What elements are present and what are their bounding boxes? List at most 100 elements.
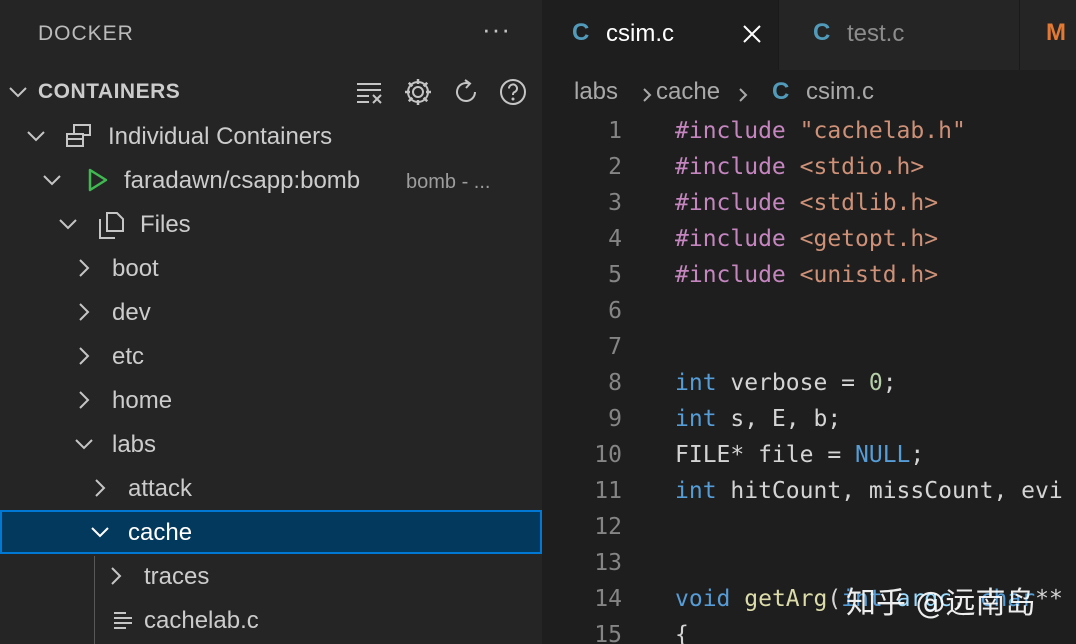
group-by-icon[interactable] [354,76,386,108]
code-text: #include <stdio.h> [675,154,924,180]
code-text: FILE* file = NULL; [675,442,924,468]
code-token: NULL [855,442,911,468]
chevron-right-icon [739,88,748,102]
chevron-right-icon [643,88,652,102]
code-text: #include <getopt.h> [675,226,938,252]
chevron-right-icon [79,347,90,365]
code-token: <stdlib.h> [799,190,939,216]
line-number: 8 [608,370,622,396]
code-token: s, E, b; [716,406,842,432]
tree-item-label: cachelab.c [144,607,259,634]
code-line[interactable]: 10 FILE* file = NULL; [542,438,1076,474]
line-number: 6 [608,298,622,324]
code-token: int [675,370,717,396]
breadcrumb-item-cache[interactable]: cache [656,78,720,106]
tree-item-dev[interactable]: dev [0,290,542,334]
tree-item-boot[interactable]: boot [0,246,542,290]
code-line[interactable]: 8 int verbose = 0; [542,366,1076,402]
code-text: int verbose = 0; [675,370,897,396]
tree-item-label: etc [112,343,145,370]
file-lines-icon [114,612,132,629]
code-token: <unistd.h> [799,262,939,288]
chevron-down-icon [75,439,93,450]
code-token: #include [675,262,800,288]
tab-bar: C csim.c C test.c M [542,0,1076,70]
chevron-right-icon [95,479,106,497]
code-line[interactable]: 12 [542,510,1076,546]
tree-indent-guide [94,556,95,644]
refresh-icon[interactable] [450,76,482,108]
tree-item-files[interactable]: Files [0,202,542,246]
tree-item-individual-containers[interactable]: Individual Containers [0,114,542,158]
code-token: <stdio.h> [799,154,925,180]
code-token: "cachelab.h" [799,118,966,144]
code-line[interactable]: 5 #include <unistd.h> [542,258,1076,294]
tree-item-label: labs [112,431,157,458]
containers-section-header[interactable]: CONTAINERS [0,72,542,112]
tree-item-label: Files [140,211,191,238]
editor-area: C csim.c C test.c M labs cache C csim.c … [542,0,1076,644]
code-line[interactable]: 9 int s, E, b; [542,402,1076,438]
line-number: 1 [608,118,622,144]
tab-label: csim.c [606,20,674,47]
chevron-down-icon [9,87,27,98]
code-token: ( [827,586,842,612]
close-icon[interactable] [740,22,764,46]
more-actions-icon[interactable]: ··· [482,14,511,45]
tree-item-home[interactable]: home [0,378,542,422]
tree-item-label: faradawn/csapp:bomb [124,167,361,194]
code-token: ; [882,370,897,396]
code-token: void [675,586,731,612]
container-group-icon [66,124,91,147]
chevron-down-icon [91,527,109,538]
c-file-icon: C [813,19,831,46]
tree-item-label: home [112,387,173,414]
code-line[interactable]: 4 #include <getopt.h> [542,222,1076,258]
tree-item-label: attack [128,475,193,502]
tree-item-etc[interactable]: etc [0,334,542,378]
line-number: 14 [594,586,622,612]
tree-item-labs[interactable]: labs [0,422,542,466]
code-text: { [675,622,689,644]
code-line[interactable]: 7 [542,330,1076,366]
sidebar-header: DOCKER ··· [0,0,542,72]
tab-makefile[interactable]: M [1020,0,1076,70]
code-token: ** [1035,586,1063,612]
tree-item-container-bomb[interactable]: faradawn/csapp:bomb bomb - ... [0,158,542,202]
tab-label: test.c [847,20,905,47]
code-text: #include "cachelab.h" [675,118,966,144]
breadcrumb-item-labs[interactable]: labs [574,78,618,106]
code-line[interactable]: 13 [542,546,1076,582]
help-icon[interactable] [497,76,529,108]
code-line[interactable]: 2 #include <stdio.h> [542,150,1076,186]
tab-test-c[interactable]: C test.c [779,0,1019,70]
tree-item-cache[interactable]: cache [0,510,542,554]
code-line[interactable]: 3 #include <stdlib.h> [542,186,1076,222]
code-text: int s, E, b; [675,406,841,432]
tree-item-cachelab-c[interactable]: cachelab.c [0,598,542,642]
line-number: 4 [608,226,622,252]
tab-csim-c[interactable]: C csim.c [542,0,778,70]
code-token: { [675,622,689,644]
chevron-down-icon [27,131,45,142]
code-token: <getopt.h> [799,226,939,252]
code-line[interactable]: 6 [542,294,1076,330]
breadcrumb-item-csim-c[interactable]: csim.c [806,78,874,106]
c-file-icon: C [572,19,590,46]
tree-item-attack[interactable]: attack [0,466,542,510]
settings-gear-icon[interactable] [402,76,434,108]
code-text: int hitCount, missCount, evi [675,478,1063,504]
code-token: FILE* file = [675,442,856,468]
sidebar-title: DOCKER [38,22,134,45]
code-token: int [675,478,717,504]
code-line[interactable]: 11 int hitCount, missCount, evi [542,474,1076,510]
chevron-right-icon [79,303,90,321]
tree-item-label: dev [112,299,151,326]
line-number: 13 [594,550,622,576]
code-token: 0 [868,370,883,396]
code-text: #include <unistd.h> [675,262,938,288]
tree-item-label: traces [144,563,210,590]
code-line[interactable]: 1 #include "cachelab.h" [542,114,1076,150]
tree-item-traces[interactable]: traces [0,554,542,598]
